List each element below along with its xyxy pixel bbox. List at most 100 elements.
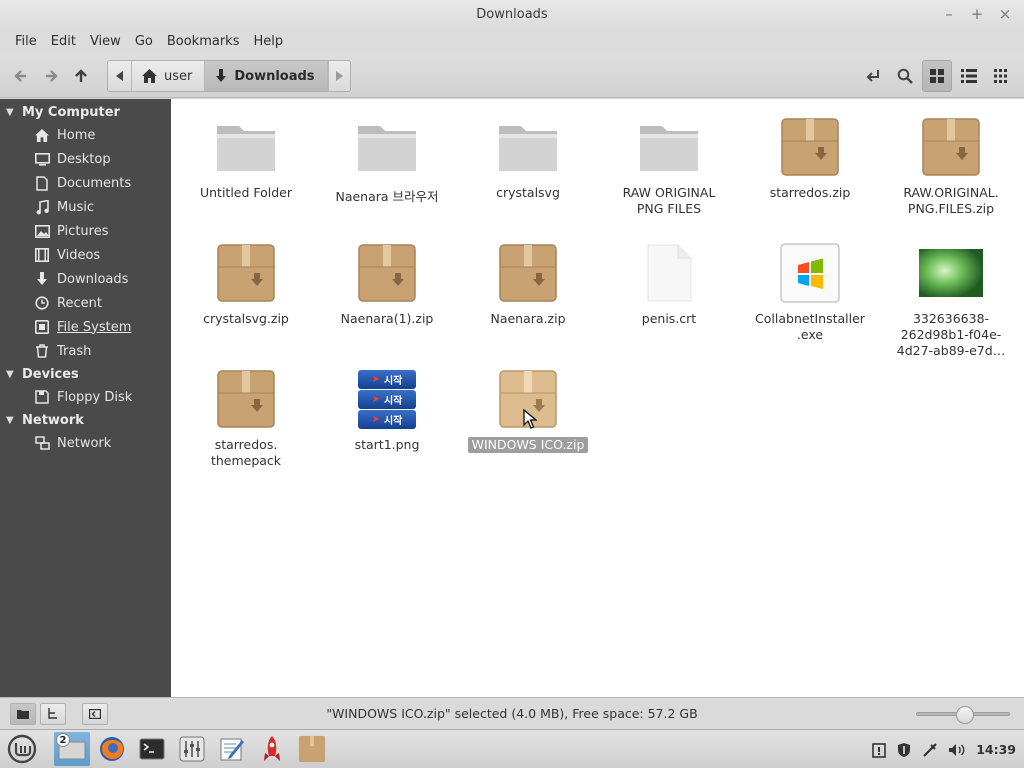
file-collabnet-installer[interactable]: CollabnetInstaller .exe <box>745 241 875 343</box>
sidebar-item-videos[interactable]: Videos <box>0 243 171 267</box>
sidebar-item-documents[interactable]: Documents <box>0 171 171 195</box>
maximize-button[interactable]: + <box>966 4 988 24</box>
floppy-icon <box>34 389 50 405</box>
collapse-triangle-icon: ▼ <box>6 414 14 426</box>
up-button[interactable] <box>66 61 96 91</box>
archive-icon <box>919 115 983 179</box>
file-naenara-folder[interactable]: Naenara 브라우저 <box>322 115 452 205</box>
close-button[interactable]: × <box>994 4 1016 24</box>
filesystem-icon <box>34 319 50 335</box>
sidebar-item-floppy-disk[interactable]: Floppy Disk <box>0 385 171 409</box>
file-name: penis.crt <box>641 311 697 326</box>
file-naenara1-zip[interactable]: Naenara(1).zip <box>322 241 452 327</box>
volume-icon[interactable] <box>948 743 966 757</box>
zoom-slider-handle[interactable] <box>956 706 974 724</box>
taskbar-text-editor-app[interactable] <box>214 732 250 766</box>
taskbar-rocket-app[interactable] <box>254 732 290 766</box>
sidebar-item-music[interactable]: Music <box>0 195 171 219</box>
archive-icon <box>778 115 842 179</box>
download-icon <box>34 271 50 287</box>
zoom-slider[interactable] <box>916 706 1010 724</box>
list-view-button[interactable] <box>954 60 984 92</box>
sidebar-item-downloads[interactable]: Downloads <box>0 267 171 291</box>
file-view[interactable]: Untitled Folder Naenara 브라우저 crystalsvg … <box>171 99 1024 697</box>
minimize-button[interactable]: – <box>938 4 960 24</box>
file-raw-original-folder[interactable]: RAW ORIGINAL PNG FILES <box>604 115 734 217</box>
clipboard-alert-icon[interactable] <box>872 742 887 758</box>
file-image-332636638[interactable]: 332636638- 262d98b1-f04e- 4d27-ab89-e7d… <box>886 241 1016 359</box>
arrow-flag-icon: ➤ <box>371 413 380 425</box>
sidebar-section-my-computer[interactable]: ▼ My Computer <box>0 101 171 123</box>
menu-help[interactable]: Help <box>246 34 290 49</box>
sidebar-item-file-system[interactable]: File System <box>0 315 171 339</box>
archive-manager-icon <box>298 735 326 763</box>
toggle-location-button[interactable] <box>858 60 888 92</box>
sidebar-section-network[interactable]: ▼ Network <box>0 409 171 431</box>
file-penis-crt[interactable]: penis.crt <box>604 241 734 327</box>
file-name: Naenara.zip <box>490 311 566 326</box>
file-name: crystalsvg <box>496 185 560 200</box>
taskbar-archive-manager-app[interactable] <box>294 732 330 766</box>
file-name: 332636638- 262d98b1-f04e- 4d27-ab89-e7d… <box>896 311 1006 358</box>
taskbar-terminal-app[interactable] <box>134 732 170 766</box>
menu-bookmarks[interactable]: Bookmarks <box>160 34 247 49</box>
menu-file[interactable]: File <box>8 34 44 49</box>
taskbar-settings-app[interactable] <box>174 732 210 766</box>
menu-view[interactable]: View <box>83 34 128 49</box>
path-scroll-right-button[interactable] <box>327 61 350 91</box>
sidebar-item-trash[interactable]: Trash <box>0 339 171 363</box>
sidebar-section-title: My Computer <box>22 104 120 120</box>
sidebar-item-label: Desktop <box>57 151 111 167</box>
breadcrumb-downloads[interactable]: Downloads <box>205 61 328 91</box>
file-crystalsvg-zip[interactable]: crystalsvg.zip <box>181 241 311 327</box>
file-untitled-folder[interactable]: Untitled Folder <box>181 115 311 201</box>
sidebar-item-network[interactable]: Network <box>0 431 171 455</box>
sidebar-item-desktop[interactable]: Desktop <box>0 147 171 171</box>
sidebar-item-label: Recent <box>57 295 102 311</box>
file-starredos-zip[interactable]: starredos.zip <box>745 115 875 201</box>
file-start1-png[interactable]: ➤ 시작 ➤ 시작 ➤ 시작 start1.png <box>322 367 452 453</box>
mint-menu-button[interactable] <box>4 732 40 766</box>
sidebar-section-devices[interactable]: ▼ Devices <box>0 363 171 385</box>
sidebar-item-label: File System <box>57 319 132 335</box>
mixer-settings-icon <box>179 736 205 762</box>
back-button[interactable] <box>6 61 36 91</box>
file-naenara-zip[interactable]: Naenara.zip <box>463 241 593 327</box>
workspace-badge: 2 <box>56 733 70 747</box>
network-tools-icon[interactable] <box>922 742 938 758</box>
image-thumbnail-icon <box>919 241 983 305</box>
file-name: RAW ORIGINAL PNG FILES <box>622 185 716 216</box>
file-name: starredos. themepack <box>210 437 282 468</box>
sidebar-item-recent[interactable]: Recent <box>0 291 171 315</box>
file-raw-original-zip[interactable]: RAW.ORIGINAL. PNG.FILES.zip <box>886 115 1016 217</box>
start-button-preview: ➤ 시작 <box>358 409 416 429</box>
icon-view-button[interactable] <box>922 60 952 92</box>
mouse-cursor-icon <box>523 409 537 429</box>
menu-edit[interactable]: Edit <box>44 34 83 49</box>
path-scroll-left-button[interactable] <box>108 61 132 91</box>
search-button[interactable] <box>890 60 920 92</box>
folder-icon <box>355 115 419 179</box>
return-arrow-icon <box>866 70 879 82</box>
sidebar-item-label: Trash <box>57 343 92 359</box>
forward-button[interactable] <box>36 61 66 91</box>
sidebar-item-pictures[interactable]: Pictures <box>0 219 171 243</box>
compact-view-button[interactable] <box>986 60 1016 92</box>
archive-icon <box>214 241 278 305</box>
network-icon <box>34 435 50 451</box>
file-starredos-themepack[interactable]: starredos. themepack <box>181 367 311 469</box>
start-buttons-stack: ➤ 시작 ➤ 시작 ➤ 시작 <box>358 369 416 429</box>
sidebar-item-home[interactable]: Home <box>0 123 171 147</box>
sidebar-section-title: Devices <box>22 366 79 382</box>
menu-go[interactable]: Go <box>128 34 160 49</box>
shield-update-icon[interactable] <box>896 742 912 758</box>
archive-icon <box>496 241 560 305</box>
taskbar-files-app[interactable]: 2 <box>54 732 90 766</box>
clock[interactable]: 14:39 <box>976 742 1016 757</box>
system-tray: 14:39 <box>872 730 1016 768</box>
file-crystalsvg-folder[interactable]: crystalsvg <box>463 115 593 201</box>
breadcrumb-user[interactable]: user <box>132 61 206 91</box>
triangle-right-icon <box>336 71 344 81</box>
document-icon <box>637 241 701 305</box>
taskbar-firefox-app[interactable] <box>94 732 130 766</box>
